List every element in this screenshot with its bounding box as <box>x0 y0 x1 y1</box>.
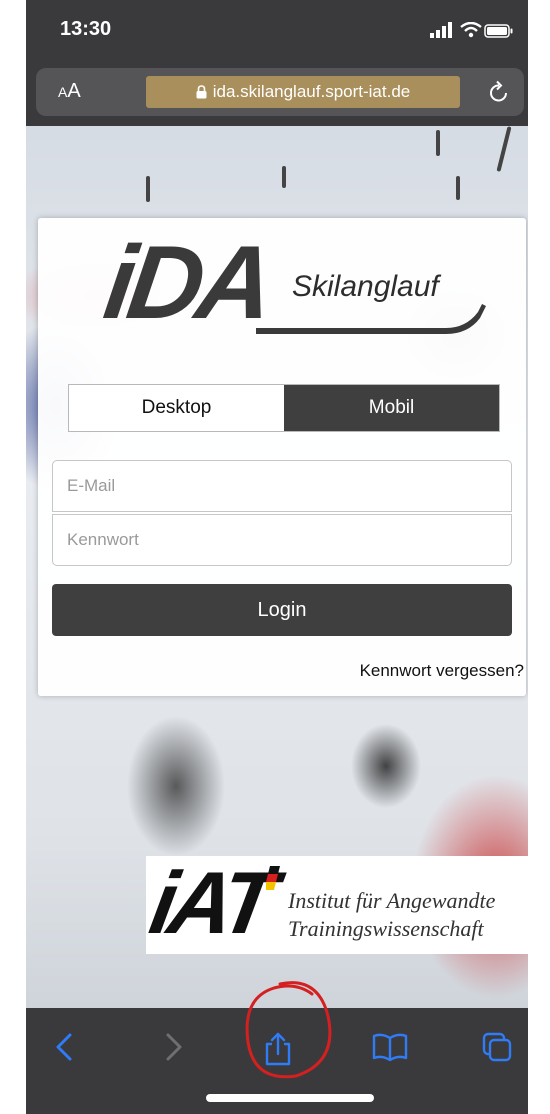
mode-toggle: Desktop Mobil <box>68 384 500 432</box>
iat-logo-letters: iAT <box>143 853 279 952</box>
ida-logo: iDA Skilanglauf <box>98 225 486 342</box>
address-bar: AA ida.skilanglauf.sport-iat.de <box>36 68 524 116</box>
phone-screen: 13:30 AA ida.skilanglauf.sport-iat.de iD… <box>26 0 528 1114</box>
iat-name-line-1: Institut für Angewandte <box>288 888 496 913</box>
url-text: ida.skilanglauf.sport-iat.de <box>212 82 411 101</box>
ida-logo-text: iDA <box>97 225 276 341</box>
bookmarks-icon[interactable] <box>372 1032 408 1062</box>
forgot-password-link[interactable]: Kennwort vergessen? <box>360 661 524 681</box>
url-field[interactable]: ida.skilanglauf.sport-iat.de <box>146 76 460 108</box>
ski-pole <box>282 166 286 188</box>
login-button[interactable]: Login <box>52 584 512 636</box>
home-indicator <box>206 1094 374 1102</box>
wifi-icon <box>460 22 482 38</box>
german-flag-mark <box>266 866 280 890</box>
ski-pole <box>456 176 460 200</box>
reload-icon[interactable] <box>488 80 510 104</box>
ski-pole <box>496 126 512 172</box>
text-size-large: A <box>67 80 81 102</box>
share-annotation-circle <box>245 981 332 1079</box>
text-size-button[interactable]: AA <box>58 80 81 103</box>
ida-logo-swoosh <box>256 304 486 334</box>
password-field[interactable] <box>52 514 512 566</box>
back-icon[interactable] <box>54 1032 74 1062</box>
lock-icon <box>196 85 207 99</box>
iat-logo: iAT Institut für Angewandte Trainingswis… <box>143 853 528 954</box>
status-bar: 13:30 <box>26 0 528 62</box>
email-field[interactable] <box>52 460 512 512</box>
iat-name-line-2: Trainingswissenschaft <box>288 916 484 941</box>
forward-icon[interactable] <box>164 1032 184 1062</box>
mode-mobil-button[interactable]: Mobil <box>284 385 499 431</box>
ski-pole <box>146 176 150 202</box>
login-card: iDA Skilanglauf Desktop Mobil Login Kenn… <box>38 218 526 696</box>
text-size-small: A <box>58 84 68 100</box>
signal-icon <box>430 22 452 38</box>
ski-pole <box>436 130 440 156</box>
battery-icon <box>484 24 513 38</box>
status-time: 13:30 <box>60 18 112 40</box>
tabs-icon[interactable] <box>482 1032 512 1062</box>
mode-desktop-button[interactable]: Desktop <box>69 385 284 431</box>
